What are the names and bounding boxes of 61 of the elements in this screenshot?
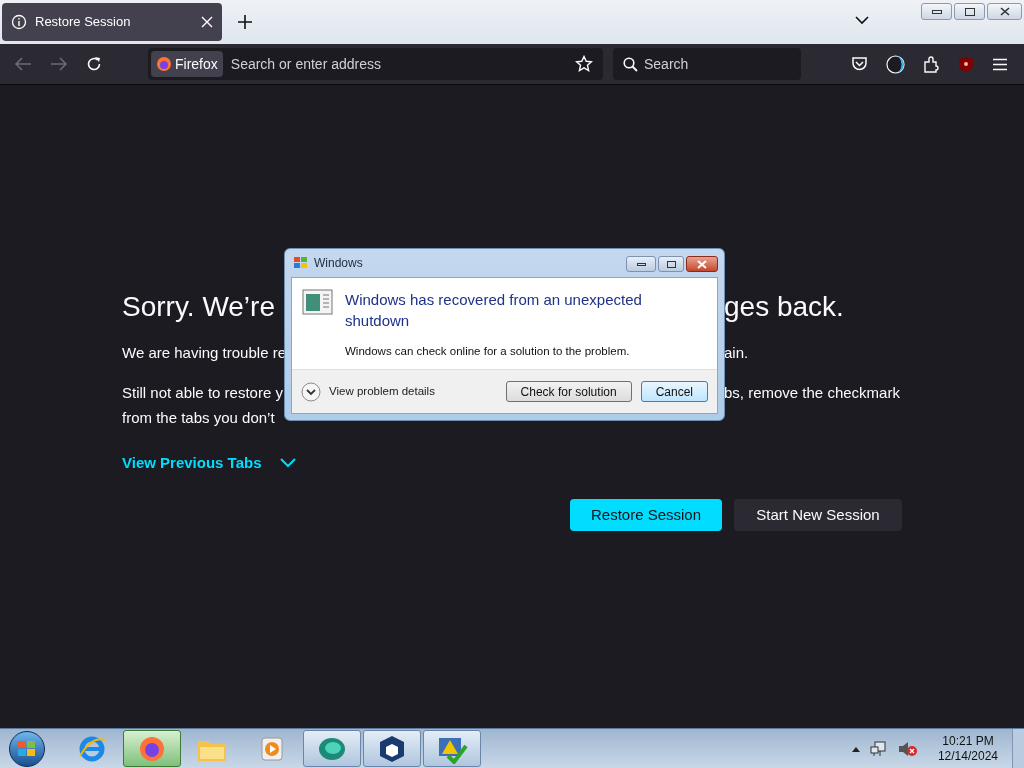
firefox-icon [156, 56, 172, 72]
details-toggle-text[interactable]: View problem details [329, 382, 435, 401]
shield-icon[interactable] [958, 55, 974, 73]
dialog-heading: Windows has recovered from an unexpected shutdown [345, 290, 643, 331]
chevron-down-icon [279, 457, 296, 468]
identity-badge[interactable]: Firefox [151, 51, 223, 77]
browser-tab[interactable]: Restore Session [2, 3, 222, 41]
address-bar[interactable]: Firefox Search or enter address [148, 48, 603, 80]
search-icon [623, 56, 638, 72]
dialog-button[interactable]: Check for solution [505, 381, 632, 402]
maximize-button[interactable] [658, 256, 684, 272]
windows-logo-icon [293, 255, 309, 271]
plus-icon[interactable] [238, 15, 252, 29]
play-icon [259, 734, 285, 763]
view-tabs-toggle[interactable]: View Previous Tabs [122, 451, 296, 474]
chevron-down-icon[interactable] [855, 16, 869, 25]
minimize-button[interactable] [921, 3, 952, 20]
clock-time: 10:21 PM [942, 733, 994, 749]
start-button[interactable] [9, 730, 45, 767]
paragraph-text: from the tabs you don’t [122, 409, 275, 426]
firefox-icon [138, 734, 166, 763]
search-field[interactable]: Search [644, 53, 791, 75]
paragraph-text: Still not able to restore y [122, 382, 283, 403]
new-session-button[interactable]: Start New Session [734, 499, 902, 531]
restore-session-button[interactable]: Restore Session [570, 499, 722, 531]
close-icon [999, 7, 1010, 16]
minimize-button[interactable] [626, 256, 656, 272]
close-icon [697, 259, 707, 269]
muted-speaker-icon[interactable] [897, 740, 918, 757]
close-button[interactable] [686, 256, 718, 272]
info-icon [11, 14, 27, 30]
restore-button[interactable] [954, 3, 985, 20]
network-icon[interactable] [869, 740, 888, 757]
windows-logo-icon [17, 739, 37, 758]
window-icon [302, 289, 333, 315]
puzzle-icon[interactable] [923, 55, 940, 73]
page-heading: ges back. [724, 290, 844, 324]
clock-date: 12/14/2024 [937, 748, 998, 764]
close-button[interactable] [987, 3, 1022, 20]
expand-chevron-icon[interactable] [301, 381, 321, 402]
page-heading: Sorry. We’re [122, 290, 275, 324]
forward-arrow-icon[interactable] [50, 56, 68, 72]
taskbar-button[interactable] [123, 730, 181, 767]
star-icon[interactable] [575, 55, 593, 73]
taskbar-button[interactable] [363, 730, 421, 767]
paragraph-text: bs, remove the checkmark [724, 382, 900, 403]
reload-icon[interactable] [86, 56, 102, 72]
dialog-message: Windows can check online for a solution to the problem. [345, 344, 631, 359]
menu-icon[interactable] [992, 57, 1008, 71]
back-arrow-icon[interactable] [14, 56, 32, 72]
close-icon[interactable] [201, 16, 213, 28]
caret-up-icon[interactable] [851, 745, 860, 752]
cube-icon [378, 733, 406, 764]
tab-title: Restore Session [35, 13, 132, 32]
dialog-title: Windows [314, 255, 363, 272]
half-circle-icon[interactable] [886, 54, 905, 74]
search-bar[interactable]: Search [613, 48, 801, 80]
address-field[interactable]: Search or enter address [230, 53, 575, 75]
paragraph-text: ain. [724, 343, 749, 363]
dialog-button[interactable]: Cancel [640, 381, 708, 402]
pocket-icon[interactable] [851, 56, 868, 72]
